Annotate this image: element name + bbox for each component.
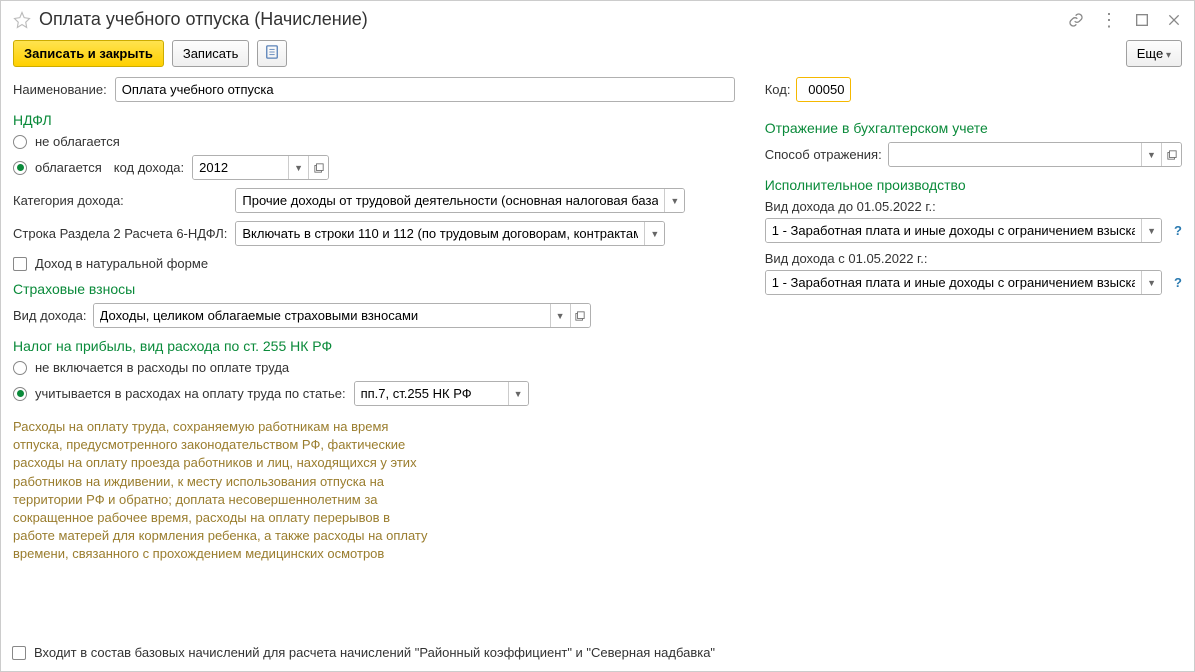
accounting-method-dropdown[interactable]: ▼ <box>1141 143 1161 166</box>
section2-label: Строка Раздела 2 Расчета 6-НДФЛ: <box>13 226 227 241</box>
accounting-method-input[interactable] <box>889 143 1141 166</box>
link-icon[interactable] <box>1068 12 1084 28</box>
favorite-star-icon[interactable] <box>13 11 31 29</box>
maximize-icon[interactable] <box>1134 12 1150 28</box>
accounting-method-label: Способ отражения: <box>765 147 882 162</box>
base-accrual-label: Входит в состав базовых начислений для р… <box>34 645 715 660</box>
ndfl-not-taxed-label: не облагается <box>35 134 120 149</box>
ndfl-taxed-label: облагается <box>35 160 102 175</box>
close-icon[interactable] <box>1166 12 1182 28</box>
insurance-type-input[interactable] <box>94 304 550 327</box>
income-code-open[interactable] <box>308 156 328 179</box>
category-input[interactable] <box>236 189 664 212</box>
name-label: Наименование: <box>13 82 107 97</box>
accounting-header: Отражение в бухгалтерском учете <box>765 120 1182 136</box>
section2-input[interactable] <box>236 222 644 245</box>
income-code-input[interactable] <box>193 156 288 179</box>
ndfl-taxed-radio[interactable] <box>13 161 27 175</box>
save-and-close-button[interactable]: Записать и закрыть <box>13 40 164 67</box>
pt-included-radio[interactable] <box>13 387 27 401</box>
insurance-type-dropdown[interactable]: ▼ <box>550 304 570 327</box>
enf-before-help-icon[interactable]: ? <box>1174 223 1182 238</box>
save-button[interactable]: Записать <box>172 40 250 67</box>
enf-before-label: Вид дохода до 01.05.2022 г.: <box>765 199 936 214</box>
pt-article-input[interactable] <box>355 382 508 405</box>
category-dropdown[interactable]: ▼ <box>664 189 684 212</box>
enf-after-label: Вид дохода с 01.05.2022 г.: <box>765 251 928 266</box>
name-input[interactable] <box>115 77 735 102</box>
insurance-header: Страховые взносы <box>13 281 735 297</box>
profit-tax-help-text: Расходы на оплату труда, сохраняемую раб… <box>13 418 433 564</box>
enf-after-dropdown[interactable]: ▼ <box>1141 271 1161 294</box>
code-label: Код: <box>765 82 791 97</box>
enf-before-dropdown[interactable]: ▼ <box>1141 219 1161 242</box>
income-code-dropdown[interactable]: ▼ <box>288 156 308 179</box>
accounting-method-open[interactable] <box>1161 143 1181 166</box>
ndfl-header: НДФЛ <box>13 112 735 128</box>
base-accrual-checkbox[interactable] <box>12 646 26 660</box>
more-button[interactable]: Еще <box>1126 40 1182 67</box>
report-button[interactable] <box>257 40 287 67</box>
enforcement-header: Исполнительное производство <box>765 177 1182 193</box>
enf-after-input[interactable] <box>766 271 1141 294</box>
insurance-type-label: Вид дохода: <box>13 308 87 323</box>
category-label: Категория дохода: <box>13 193 227 208</box>
pt-included-label: учитывается в расходах на оплату труда п… <box>35 386 346 401</box>
pt-not-included-label: не включается в расходы по оплате труда <box>35 360 289 375</box>
pt-not-included-radio[interactable] <box>13 361 27 375</box>
kebab-menu-icon[interactable]: ⋮ <box>1100 11 1118 29</box>
ndfl-not-taxed-radio[interactable] <box>13 135 27 149</box>
income-code-label: код дохода: <box>114 160 184 175</box>
insurance-type-open[interactable] <box>570 304 590 327</box>
code-input[interactable] <box>796 77 851 102</box>
window-title: Оплата учебного отпуска (Начисление) <box>39 9 1068 30</box>
natural-form-checkbox[interactable] <box>13 257 27 271</box>
profit-tax-header: Налог на прибыль, вид расхода по ст. 255… <box>13 338 735 354</box>
enf-after-help-icon[interactable]: ? <box>1174 275 1182 290</box>
natural-form-label: Доход в натуральной форме <box>35 256 208 271</box>
enf-before-input[interactable] <box>766 219 1141 242</box>
section2-dropdown[interactable]: ▼ <box>644 222 664 245</box>
pt-article-dropdown[interactable]: ▼ <box>508 382 528 405</box>
